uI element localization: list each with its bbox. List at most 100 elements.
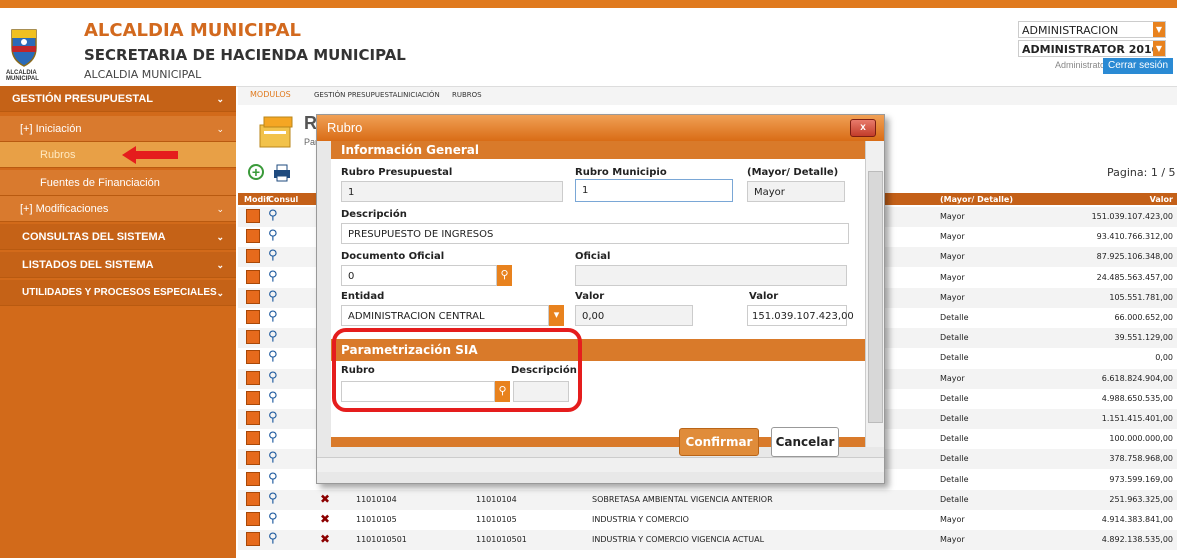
cell-value: 251.963.325,00: [1109, 495, 1173, 504]
user-select-value: ADMINISTRATOR 2016: [1022, 43, 1160, 56]
add-icon[interactable]: +: [248, 164, 264, 180]
search-icon[interactable]: ⚲: [268, 228, 278, 243]
coat-of-arms-logo: [11, 29, 37, 67]
scrollbar-thumb[interactable]: [868, 171, 883, 423]
rubro-presupuestal-field[interactable]: 1: [341, 181, 563, 202]
logout-button[interactable]: Cerrar sesión: [1103, 58, 1173, 74]
oficial-field[interactable]: [575, 265, 847, 286]
search-icon[interactable]: ⚲: [268, 329, 278, 344]
documento-oficial-field[interactable]: 0: [341, 265, 497, 286]
oficial-label: Oficial: [575, 251, 611, 262]
chevron-down-icon: ▼: [1153, 22, 1165, 37]
sidebar-item-iniciacion[interactable]: [+] Iniciación ⌄: [0, 116, 236, 142]
cancel-button[interactable]: Cancelar: [771, 427, 839, 457]
search-icon[interactable]: ⚲: [268, 471, 278, 486]
cell-value: 87.925.106.348,00: [1096, 252, 1173, 261]
cell-code-2: 11010105: [476, 515, 517, 524]
sidebar: GESTIÓN PRESUPUESTAL ⌄ [+] Iniciación ⌄ …: [0, 86, 236, 558]
search-icon[interactable]: ⚲: [268, 410, 278, 425]
search-icon[interactable]: ⚲: [268, 309, 278, 324]
cell-type: Detalle: [940, 414, 969, 423]
delete-icon[interactable]: ✖: [320, 532, 330, 546]
red-highlight-annotation: [332, 328, 582, 412]
logo-caption: ALCALDIA MUNICIPAL: [6, 70, 39, 82]
edit-icon[interactable]: [246, 391, 260, 405]
breadcrumb-item-gestion[interactable]: GESTIÓN PRESUPUESTAL: [314, 91, 401, 99]
sidebar-item-utilidades[interactable]: UTILIDADES Y PROCESOS ESPECIALES ⌄: [0, 280, 236, 306]
search-icon[interactable]: ⚲: [268, 531, 278, 546]
horizontal-scrollbar[interactable]: [317, 457, 884, 472]
chevron-down-icon: ⌄: [216, 204, 224, 214]
close-button[interactable]: x: [850, 119, 876, 137]
breadcrumb-item-modulos[interactable]: MODULOS: [250, 90, 291, 99]
confirm-button[interactable]: Confirmar: [679, 428, 759, 456]
edit-icon[interactable]: [246, 472, 260, 486]
edit-icon[interactable]: [246, 431, 260, 445]
sidebar-item-consultas[interactable]: CONSULTAS DEL SISTEMA ⌄: [0, 224, 236, 250]
entity-select[interactable]: ADMINISTRACION CENTRAL ▼: [1018, 21, 1166, 54]
edit-icon[interactable]: [246, 451, 260, 465]
breadcrumb-item-iniciacion[interactable]: INICIACIÓN: [401, 91, 440, 99]
cell-type: Detalle: [940, 313, 969, 322]
rubro-municipio-field[interactable]: 1: [575, 179, 733, 202]
header: ALCALDIA MUNICIPAL ALCALDIA MUNICIPAL SE…: [0, 8, 1177, 87]
sidebar-item-fuentes[interactable]: Fuentes de Financiación: [0, 170, 236, 196]
mayor-detalle-field[interactable]: Mayor: [747, 181, 845, 202]
search-icon[interactable]: ⚲: [268, 390, 278, 405]
search-icon[interactable]: ⚲: [268, 370, 278, 385]
search-icon[interactable]: ⚲: [268, 450, 278, 465]
edit-icon[interactable]: [246, 411, 260, 425]
entidad-select[interactable]: ADMINISTRACION CENTRAL: [341, 305, 549, 326]
delete-icon[interactable]: ✖: [320, 512, 330, 526]
search-icon[interactable]: ⚲: [268, 248, 278, 263]
breadcrumb: MODULOS GESTIÓN PRESUPUESTAL INICIACIÓN …: [238, 87, 1177, 106]
cell-value: 151.039.107.423,00: [1091, 212, 1173, 221]
sidebar-item-modificaciones[interactable]: [+] Modificaciones ⌄: [0, 196, 236, 222]
edit-icon[interactable]: [246, 371, 260, 385]
sidebar-item-label: LISTADOS DEL SISTEMA: [22, 259, 154, 271]
search-icon[interactable]: ⚲: [268, 289, 278, 304]
search-icon[interactable]: ⚲: [268, 491, 278, 506]
delete-icon[interactable]: ✖: [320, 492, 330, 506]
edit-icon[interactable]: [246, 270, 260, 284]
search-icon[interactable]: ⚲: [268, 511, 278, 526]
descripcion-field[interactable]: PRESUPUESTO DE INGRESOS: [341, 223, 849, 244]
cell-type: Detalle: [940, 454, 969, 463]
rubro-dialog: Rubro x Información General Rubro Presup…: [316, 114, 885, 484]
edit-icon[interactable]: [246, 330, 260, 344]
edit-icon[interactable]: [246, 310, 260, 324]
edit-icon[interactable]: [246, 249, 260, 263]
cell-type: Detalle: [940, 495, 969, 504]
sidebar-item-rubros[interactable]: Rubros: [0, 142, 236, 168]
valor-field-1[interactable]: 0,00: [575, 305, 693, 326]
print-icon[interactable]: [273, 164, 291, 182]
books-icon: [259, 116, 293, 148]
cell-value: 4.988.650.535,00: [1101, 394, 1173, 403]
search-icon[interactable]: ⚲: [268, 349, 278, 364]
search-icon[interactable]: ⚲: [268, 269, 278, 284]
search-icon[interactable]: ⚲: [497, 265, 512, 286]
edit-icon[interactable]: [246, 492, 260, 506]
dialog-title-text: Rubro: [327, 120, 363, 135]
cell-description: SOBRETASA AMBIENTAL VIGENCIA ANTERIOR: [592, 495, 773, 504]
edit-icon[interactable]: [246, 532, 260, 546]
breadcrumb-item-rubros[interactable]: RUBROS: [452, 91, 482, 99]
edit-icon[interactable]: [246, 290, 260, 304]
sidebar-item-listados[interactable]: LISTADOS DEL SISTEMA ⌄: [0, 252, 236, 278]
edit-icon[interactable]: [246, 209, 260, 223]
dialog-title[interactable]: Rubro: [317, 115, 884, 141]
edit-icon[interactable]: [246, 350, 260, 364]
col-header-mayor: (Mayor/ Detalle): [940, 195, 1013, 204]
valor-field-2[interactable]: 151.039.107.423,00: [747, 305, 854, 326]
edit-icon[interactable]: [246, 229, 260, 243]
user-select[interactable]: ADMINISTRATOR 2016 ▼: [1018, 40, 1166, 57]
sidebar-item-gestion-presupuestal[interactable]: GESTIÓN PRESUPUESTAL ⌄: [0, 86, 236, 112]
edit-icon[interactable]: [246, 512, 260, 526]
vertical-scrollbar[interactable]: [865, 141, 884, 447]
pagination-label: Pagina: 1 / 5: [1107, 166, 1176, 179]
cell-value: 6.618.824.904,00: [1101, 374, 1173, 383]
search-icon[interactable]: ⚲: [268, 430, 278, 445]
cell-code: 11010105: [356, 515, 397, 524]
chevron-down-icon[interactable]: ▾: [549, 305, 564, 326]
search-icon[interactable]: ⚲: [268, 208, 278, 223]
